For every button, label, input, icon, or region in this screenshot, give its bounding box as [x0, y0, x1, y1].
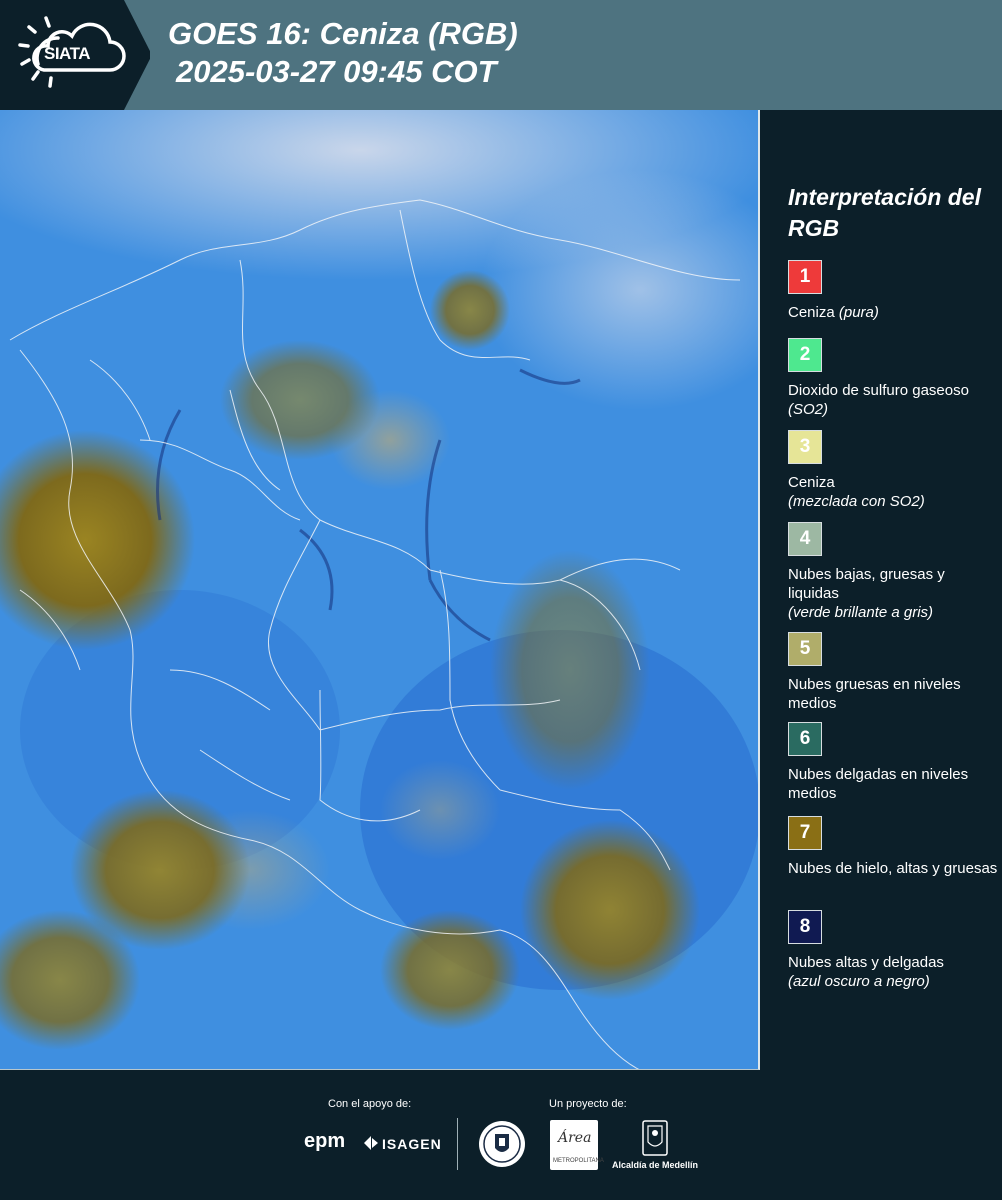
legend-label-note: (SO2) — [788, 401, 829, 418]
legend-label-text: Nubes altas y delgadas — [788, 954, 944, 971]
project-label: Un proyecto de: — [549, 1098, 627, 1110]
legend-label-note: (pura) — [838, 304, 879, 321]
legend-label: Nubes altas y delgadas (azul oscuro a neg… — [788, 953, 998, 991]
alcaldia-medellin-logo: Alcaldía de Medellín — [612, 1160, 699, 1170]
legend-label-text: Nubes gruesas en niveles medios — [788, 676, 961, 712]
satellite-image — [0, 110, 760, 1070]
legend-item-4: 4 Nubes bajas, gruesas y liquidas (verde b… — [788, 522, 998, 622]
legend-label-text: Dioxido de sulfuro gaseoso — [788, 382, 969, 399]
epm-logo: epm — [304, 1130, 346, 1152]
legend-item-2: 2 Dioxido de sulfuro gaseoso (SO2) — [788, 338, 998, 419]
legend-label-text: Ceniza — [788, 304, 835, 321]
area-metropolitana-caption: METROPOLITANA — [553, 1158, 604, 1164]
legend-label: Dioxido de sulfuro gaseoso (SO2) — [788, 381, 998, 419]
legend-item-5: 5 Nubes gruesas en niveles medios — [788, 632, 998, 713]
legend-item-1: 1 Ceniza (pura) — [788, 260, 998, 322]
legend-swatch: 5 — [788, 632, 822, 666]
isagen-logo: ISAGEN — [382, 1136, 442, 1152]
footer-divider — [457, 1118, 458, 1170]
isagen-logo-icon — [364, 1136, 378, 1150]
legend-item-8: 8 Nubes altas y delgadas (azul oscuro a ne… — [788, 910, 998, 991]
area-metropolitana-logo-text: Área — [558, 1130, 592, 1146]
university-seal-icon — [479, 1121, 525, 1167]
support-label: Con el apoyo de: — [328, 1098, 412, 1110]
footer: Con el apoyo de: Un proyecto de: epm ISA… — [0, 1070, 1002, 1200]
legend-swatch: 4 — [788, 522, 822, 556]
siata-logo-text: SIATA — [44, 44, 90, 63]
legend-swatch: 3 — [788, 430, 822, 464]
legend-swatch: 6 — [788, 722, 822, 756]
legend-label-note: (azul oscuro a negro) — [788, 973, 930, 990]
area-metropolitana-logo: Área METROPOLITANA — [550, 1120, 604, 1170]
legend-label: Nubes gruesas en niveles medios — [788, 675, 998, 713]
legend-swatch: 7 — [788, 816, 822, 850]
legend-label: Nubes de hielo, altas y gruesas — [788, 859, 998, 878]
legend-label: Nubes delgadas en niveles medios — [788, 765, 998, 803]
page-timestamp: 2025-03-27 09:45 COT — [176, 54, 497, 89]
page-title: GOES 16: Ceniza (RGB) — [168, 16, 518, 51]
legend-label: Nubes bajas, gruesas y liquidas (verde br… — [788, 565, 998, 622]
legend-swatch: 2 — [788, 338, 822, 372]
legend-label-text: Nubes delgadas en niveles medios — [788, 766, 969, 802]
alcaldia-shield-icon — [642, 1120, 668, 1156]
legend-label-note: (verde brillante a gris) — [788, 604, 934, 621]
legend-swatch: 1 — [788, 260, 822, 294]
legend-item-6: 6 Nubes delgadas en niveles medios — [788, 722, 998, 803]
legend-label: Ceniza (mezclada con SO2) — [788, 473, 998, 511]
legend-label-note: (mezclada con SO2) — [788, 493, 925, 510]
legend-item-7: 7 Nubes de hielo, altas y gruesas — [788, 816, 998, 878]
legend-label: Ceniza (pura) — [788, 303, 998, 322]
siata-logo: SIATA — [0, 0, 150, 110]
legend-panel: Interpretación del RGB 1 Ceniza (pura) 2 Di… — [766, 110, 1002, 1070]
legend-label-text: Nubes bajas, gruesas y liquidas — [788, 566, 945, 602]
legend-title: Interpretación del RGB — [788, 184, 981, 241]
header-bar: SIATA GOES 16: Ceniza (RGB) 2025-03-27 0… — [0, 0, 1002, 110]
legend-label-text: Ceniza — [788, 474, 835, 491]
legend-label-text: Nubes de hielo, altas y gruesas — [788, 860, 998, 877]
satellite-rgb-map — [0, 110, 758, 1069]
legend-swatch: 8 — [788, 910, 822, 944]
legend-item-3: 3 Ceniza (mezclada con SO2) — [788, 430, 998, 511]
